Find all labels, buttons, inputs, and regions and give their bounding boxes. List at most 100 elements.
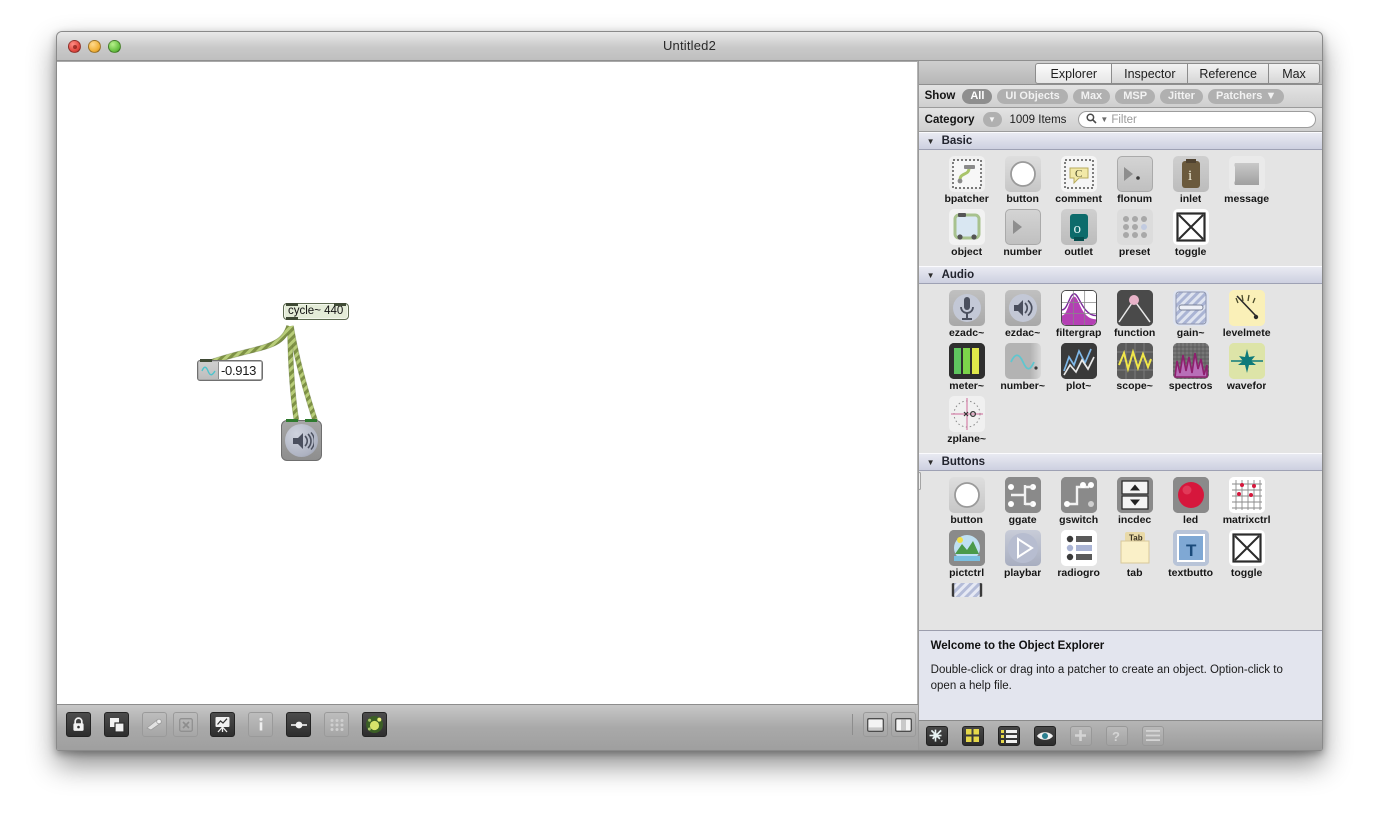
patchcord-button[interactable] — [286, 712, 311, 737]
object-cell-radiogroup[interactable]: radiogro — [1051, 530, 1107, 579]
object-cell-function[interactable]: function — [1107, 290, 1163, 339]
cycle-outlet-0[interactable] — [286, 317, 298, 320]
object-cell-ggate[interactable]: ggate — [995, 477, 1051, 526]
object-label: radiogro — [1057, 567, 1100, 579]
svg-text:?: ? — [1112, 729, 1120, 743]
spectroscope-icon — [1172, 343, 1209, 379]
object-label: tab — [1126, 567, 1143, 579]
section-title-basic: Basic — [941, 135, 973, 147]
object-cell-pictctrl[interactable]: pictctrl — [939, 530, 995, 579]
pane-splitter-handle[interactable] — [918, 472, 921, 490]
object-cell-toggle[interactable]: toggle — [1163, 209, 1219, 258]
object-cell-levelmeter[interactable]: levelmete — [1219, 290, 1275, 339]
cycle-inlet-1[interactable] — [334, 303, 347, 306]
object-cell-meter[interactable]: meter~ — [939, 343, 995, 392]
object-cell-matrixctrl[interactable]: matrixctrl — [1219, 477, 1275, 526]
object-label: zplane~ — [947, 433, 987, 445]
tab-max[interactable]: Max — [1268, 63, 1320, 84]
tab-explorer[interactable]: Explorer — [1035, 63, 1112, 84]
window-titlebar[interactable]: Untitled2 — [57, 32, 1322, 61]
object-label: pictctrl — [949, 567, 985, 579]
action-gear-button[interactable] — [925, 725, 948, 746]
object-cell-flonum[interactable]: flonum — [1107, 156, 1163, 205]
object-cell-filtergraph[interactable]: filtergrap — [1051, 290, 1107, 339]
object-cell-gain[interactable]: gain~ — [1163, 290, 1219, 339]
filter-all[interactable]: All — [962, 88, 993, 104]
object-cell-button2[interactable]: button — [939, 477, 995, 526]
section-title-audio: Audio — [941, 269, 975, 281]
object-label: spectros — [1168, 380, 1213, 392]
object-cell-spectroscope[interactable]: spectros — [1163, 343, 1219, 392]
object-cell-comment[interactable]: C comment — [1051, 156, 1107, 205]
object-cell-textbutton[interactable]: T textbutto — [1163, 530, 1219, 579]
ezdac-inlet-0[interactable] — [286, 419, 298, 422]
number-signal-object[interactable]: -0.913 — [197, 359, 263, 381]
object-cell-scope[interactable]: scope~ — [1107, 343, 1163, 392]
list-view-button[interactable] — [997, 725, 1020, 746]
audio-status-button[interactable] — [362, 712, 387, 737]
add-button[interactable] — [1069, 725, 1092, 746]
object-cell-inlet[interactable]: i inlet — [1163, 156, 1219, 205]
section-grid-buttons: button ggate gswitch incdec led matrixct… — [919, 471, 1322, 605]
tab-inspector[interactable]: Inspector — [1111, 63, 1188, 84]
remove-from-presentation-button[interactable] — [173, 712, 198, 737]
tab-reference[interactable]: Reference — [1187, 63, 1268, 84]
ezdac-inlet-1[interactable] — [305, 419, 317, 422]
patcher-canvas[interactable]: cycle~ 440 -0.913 — [57, 61, 918, 705]
filter-patchers[interactable]: Patchers ▼ — [1207, 88, 1285, 104]
object-cell-outlet[interactable]: o outlet — [1051, 209, 1107, 258]
object-explorer-list[interactable]: ▼ Basic bpatcher button C comment flonum… — [918, 132, 1322, 630]
lock-toggle-button[interactable] — [66, 712, 91, 737]
object-cell-gswitch[interactable]: gswitch — [1051, 477, 1107, 526]
object-cell-zplane[interactable]: zplane~ — [939, 396, 995, 445]
filter-jitter[interactable]: Jitter — [1160, 88, 1203, 104]
toggle-bottom-pane-button[interactable] — [863, 712, 888, 737]
object-cell-playbar[interactable]: playbar — [995, 530, 1051, 579]
filter-msp[interactable]: MSP — [1115, 88, 1156, 104]
filter-max[interactable]: Max — [1072, 88, 1111, 104]
object-cell-number-signal[interactable]: number~ — [995, 343, 1051, 392]
object-cell-ezdac[interactable]: ezdac~ — [995, 290, 1051, 339]
section-header-basic[interactable]: ▼ Basic — [918, 132, 1322, 150]
section-header-audio[interactable]: ▼ Audio — [918, 266, 1322, 284]
number-inlet-0[interactable] — [200, 359, 212, 362]
filtergraph-icon — [1060, 290, 1097, 326]
preview-button[interactable] — [1033, 725, 1056, 746]
object-cell-preset[interactable]: preset — [1107, 209, 1163, 258]
help-button[interactable]: ? — [1105, 725, 1128, 746]
object-cell-incdec[interactable]: incdec — [1107, 477, 1163, 526]
ezdac-object[interactable] — [281, 419, 322, 461]
cycle-inlet-0[interactable] — [286, 303, 298, 306]
section-header-buttons[interactable]: ▼ Buttons — [918, 453, 1322, 471]
grid-snap-button[interactable] — [324, 712, 349, 737]
object-cell-button[interactable]: button — [995, 156, 1051, 205]
object-cell-toggle2[interactable]: toggle — [1219, 530, 1275, 579]
object-cell-plot[interactable]: plot~ — [1051, 343, 1107, 392]
inspector-button[interactable] — [210, 712, 235, 737]
presentation-mode-button[interactable] — [104, 712, 129, 737]
object-cell-waveform[interactable]: wavefor — [1219, 343, 1275, 392]
object-label: function — [1113, 327, 1156, 339]
bpatcher-icon — [948, 156, 985, 192]
object-cell-bpatcher[interactable]: bpatcher — [939, 156, 995, 205]
object-cell-number[interactable]: number — [995, 209, 1051, 258]
sidebar-menu-button[interactable] — [1141, 725, 1164, 746]
triangle-down-icon[interactable]: ▼ — [982, 112, 1002, 127]
icon-view-button[interactable] — [961, 725, 984, 746]
toggle-side-pane-button[interactable] — [891, 712, 916, 737]
object-cell-object[interactable]: object — [939, 209, 995, 258]
object-cell-led[interactable]: led — [1163, 477, 1219, 526]
microphone-icon — [948, 290, 985, 326]
search-input[interactable]: ▼ Filter — [1078, 111, 1316, 128]
search-placeholder: Filter — [1111, 113, 1137, 126]
cycle-object[interactable]: cycle~ 440 — [283, 303, 350, 320]
filter-ui-objects[interactable]: UI Objects — [997, 88, 1068, 104]
add-to-presentation-button[interactable] — [142, 712, 167, 737]
object-info-button[interactable] — [248, 712, 273, 737]
patchcord-layer — [210, 325, 319, 424]
object-cell-message[interactable]: message — [1219, 156, 1275, 205]
object-cell-ezadc[interactable]: ezadc~ — [939, 290, 995, 339]
search-scope-chevron-icon[interactable]: ▼ — [1100, 115, 1108, 124]
object-cell-umenu-partial[interactable] — [939, 583, 995, 597]
object-cell-tab[interactable]: Tab tab — [1107, 530, 1163, 579]
